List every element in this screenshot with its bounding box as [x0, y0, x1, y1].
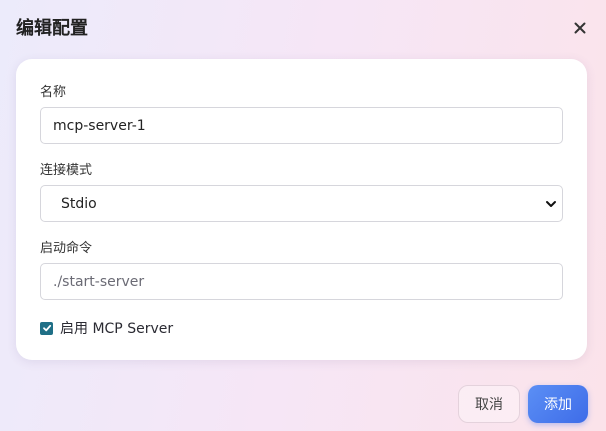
name-input[interactable] — [40, 107, 563, 144]
form-card: 名称 连接模式 Stdio 启动命令 启用 MCP Server — [16, 59, 587, 360]
command-input[interactable] — [40, 263, 563, 300]
close-button[interactable] — [572, 20, 588, 36]
command-label: 启动命令 — [40, 241, 93, 256]
mode-selected-value: Stdio — [61, 195, 97, 212]
check-icon — [42, 324, 51, 332]
mode-label: 连接模式 — [40, 163, 93, 178]
enable-row[interactable]: 启用 MCP Server — [40, 318, 173, 338]
enable-label: 启用 MCP Server — [60, 321, 174, 337]
cancel-button[interactable]: 取消 — [458, 385, 520, 423]
enable-checkbox[interactable] — [40, 321, 53, 335]
add-button[interactable]: 添加 — [528, 385, 588, 423]
close-icon — [574, 22, 586, 34]
dialog-title: 编辑配置 — [16, 18, 88, 39]
mode-select[interactable]: Stdio — [40, 185, 563, 222]
chevron-down-icon — [546, 200, 556, 207]
name-label: 名称 — [40, 85, 67, 100]
